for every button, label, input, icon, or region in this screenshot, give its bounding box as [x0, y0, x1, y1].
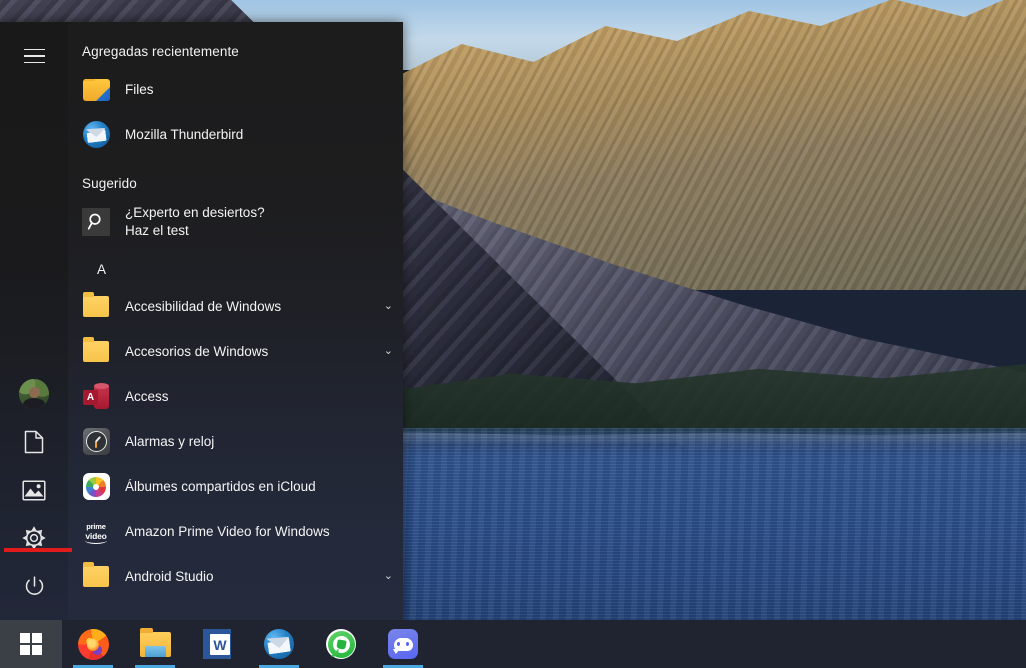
folder-icon [82, 292, 110, 321]
hamburger-menu-icon[interactable] [10, 32, 58, 80]
thunderbird-icon [82, 121, 110, 149]
app-list-item-albumes-compartidos-en-icloud[interactable]: Álbumes compartidos en iCloud [68, 464, 403, 509]
taskbar-item-discord[interactable] [372, 620, 434, 668]
rail-item-user-account[interactable] [10, 370, 58, 418]
start-button[interactable] [0, 620, 62, 668]
avatar-body [23, 398, 45, 409]
suggested-line-2: Haz el test [125, 222, 189, 238]
recently-added-title: Agregadas recientemente [82, 44, 239, 59]
app-label: ¿Experto en desiertos? Haz el test [125, 204, 265, 240]
taskbar-item-whatsapp[interactable] [310, 620, 372, 668]
files-app-icon [82, 76, 110, 104]
gear-icon [22, 526, 46, 550]
group-letter-a[interactable]: A [68, 254, 403, 284]
whatsapp-icon [326, 629, 356, 659]
app-label: Álbumes compartidos en iCloud [125, 478, 316, 494]
thunderbird-icon [264, 629, 294, 659]
app-label: Alarmas y reloj [125, 433, 215, 449]
folder-icon [82, 337, 110, 366]
app-label: Files [125, 81, 154, 97]
app-list-item-access[interactable]: A Access [68, 374, 403, 419]
chevron-down-icon[interactable]: ⌄ [376, 571, 393, 582]
search-icon [87, 213, 101, 230]
folder-icon [82, 562, 110, 591]
prime-video-icon: prime video [82, 518, 110, 546]
alarms-clock-icon [82, 428, 110, 456]
taskbar-item-word[interactable]: W [186, 620, 248, 668]
chevron-down-icon[interactable]: ⌄ [376, 301, 393, 312]
windows-logo-icon [20, 633, 42, 655]
app-label: Access [125, 388, 169, 404]
app-list-item-accesorios-de-windows[interactable]: Accesorios de Windows ⌄ [68, 329, 403, 374]
prime-video-word-top: prime [86, 522, 106, 531]
start-menu-app-list: Agregadas recientemente Files Mozilla Th… [68, 22, 403, 620]
rail-item-documents[interactable] [10, 418, 58, 466]
access-icon: A [82, 382, 110, 411]
power-icon [25, 575, 43, 595]
app-label: Accesorios de Windows [125, 343, 269, 359]
app-label: Mozilla Thunderbird [125, 126, 244, 142]
suggested-item-desert-expert[interactable]: ¿Experto en desiertos? Haz el test [68, 199, 403, 244]
file-explorer-icon [139, 627, 171, 657]
word-icon-letter: W [210, 634, 230, 655]
avatar-head [28, 387, 40, 399]
app-list-item-files[interactable]: Files [68, 67, 403, 112]
taskbar: W [0, 620, 1026, 668]
chevron-down-icon[interactable]: ⌄ [376, 346, 393, 357]
app-label: Android Studio [125, 568, 214, 584]
access-icon-letter: A [83, 389, 98, 405]
pictures-icon [22, 479, 46, 501]
app-list-item-accesibilidad-de-windows[interactable]: Accesibilidad de Windows ⌄ [68, 284, 403, 329]
search-tile-icon [82, 207, 110, 236]
taskbar-item-explorador-de-archivos[interactable] [124, 620, 186, 668]
rail-item-pictures[interactable] [10, 466, 58, 514]
rail-item-settings[interactable] [10, 514, 58, 562]
screen: Agregadas recientemente Files Mozilla Th… [0, 0, 1026, 668]
firefox-icon [77, 628, 109, 660]
app-label: Amazon Prime Video for Windows [125, 523, 330, 539]
taskbar-item-mozilla-firefox[interactable] [62, 620, 124, 668]
app-list-item-android-studio[interactable]: Android Studio ⌄ [68, 554, 403, 599]
word-icon: W [203, 629, 231, 659]
suggested-line-1: ¿Experto en desiertos? [125, 204, 265, 220]
avatar [19, 379, 49, 409]
app-list-item-alarmas-y-reloj[interactable]: Alarmas y reloj [68, 419, 403, 464]
red-annotation-underline [4, 548, 72, 552]
amazon-smile-arrow [85, 537, 107, 544]
icloud-photos-icon [82, 473, 110, 501]
suggested-title: Sugerido [82, 176, 137, 191]
app-label: Accesibilidad de Windows [125, 298, 282, 314]
taskbar-item-mozilla-thunderbird[interactable] [248, 620, 310, 668]
app-list-item-mozilla-thunderbird[interactable]: Mozilla Thunderbird [68, 112, 403, 157]
app-list-item-amazon-prime-video-for-windows[interactable]: prime video Amazon Prime Video for Windo… [68, 509, 403, 554]
discord-icon [388, 629, 418, 659]
start-menu-panel: Agregadas recientemente Files Mozilla Th… [0, 22, 403, 620]
start-menu-rail [0, 22, 72, 620]
rail-item-power[interactable] [10, 562, 58, 610]
document-icon [24, 430, 44, 454]
